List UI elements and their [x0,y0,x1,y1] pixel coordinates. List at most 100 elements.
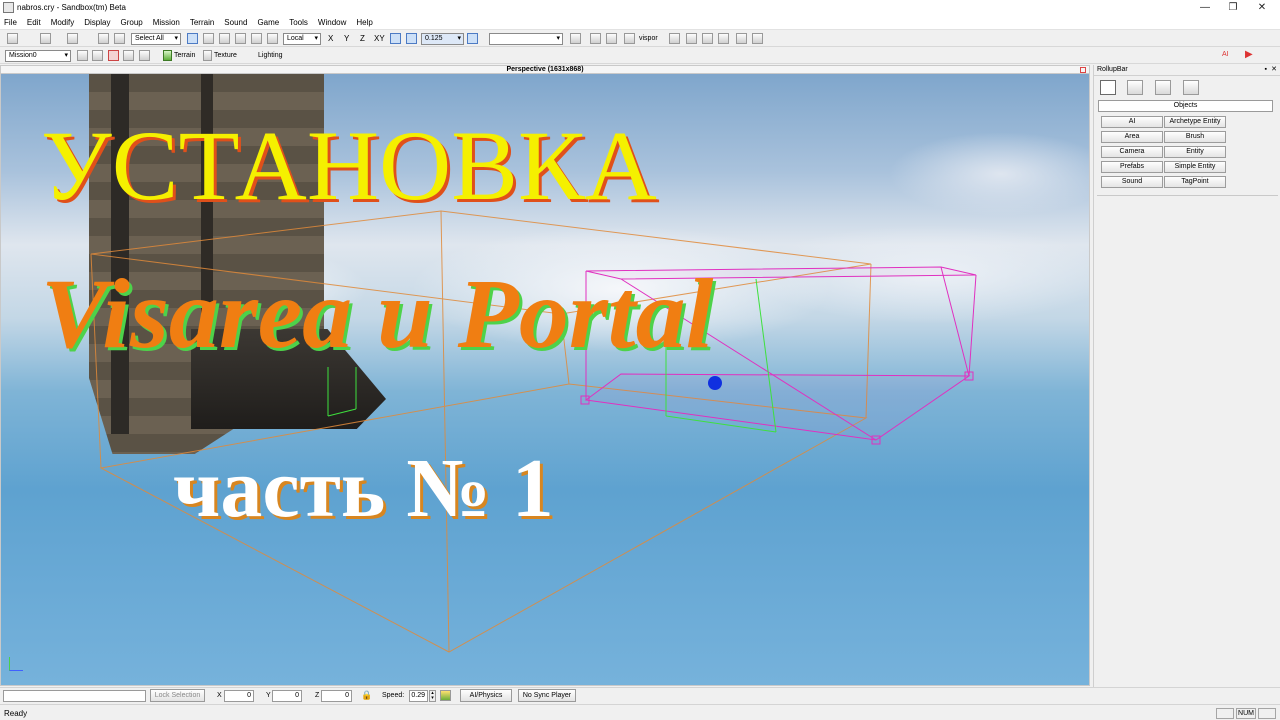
align-object-icon[interactable] [718,33,729,44]
rollup-button-prefabs[interactable]: Prefabs [1101,161,1163,173]
rollup-button-tagpoint[interactable]: TagPoint [1164,176,1226,188]
bottom-toolbar: Lock Selection X 0 Y 0 Z 0 🔒 Speed: 0.29… [0,687,1280,702]
speed-spinner[interactable]: ▴ ▾ [429,690,436,702]
menu-group[interactable]: Group [120,16,142,29]
lock-icon[interactable]: 🔒 [361,690,372,701]
axis-xy-button[interactable]: XY [374,33,385,45]
title-bar: nabros.cry - Sandbox(tm) Beta — ❐ ✕ [0,0,1280,16]
command-field[interactable] [3,690,146,702]
x-coordinate-field[interactable]: 0 [224,690,254,702]
reload-icon[interactable] [139,50,150,61]
objects-category-header[interactable]: Objects [1098,100,1273,112]
menu-file[interactable]: File [4,16,17,29]
select-icon[interactable] [187,33,198,44]
align-grid-icon[interactable] [702,33,713,44]
rollup-button-camera[interactable]: Camera [1101,146,1163,158]
bounding-box-icon[interactable] [267,33,278,44]
rollup-button-sound[interactable]: Sound [1101,176,1163,188]
menu-modify[interactable]: Modify [51,16,75,29]
close-button[interactable]: ✕ [1242,0,1280,16]
vispor-label[interactable]: vispor [639,34,658,44]
overlay-title-line2: Visarea и Portal [41,258,714,369]
app-icon [3,2,14,13]
rollup-button-brush[interactable]: Brush [1164,131,1226,143]
rollup-tab-display[interactable] [1155,80,1171,95]
vispor-icon[interactable] [624,33,635,44]
rollup-button-archetype-entity[interactable]: Archetype Entity [1164,116,1226,128]
perspective-viewport[interactable]: УСТАНОВКА Visarea и Portal часть № 1 [0,73,1090,686]
terrain-follow-icon[interactable] [390,33,401,44]
new-object-icon[interactable] [77,50,88,61]
copy-object-icon[interactable] [92,50,103,61]
save-object-icon[interactable] [123,50,134,61]
terrain-button[interactable]: Terrain [174,51,195,61]
speed-field[interactable]: 0.29 [409,690,428,702]
texture-icon[interactable] [203,50,212,61]
y-coordinate-field[interactable]: 0 [272,690,302,702]
rollup-tab-terrain[interactable] [1127,80,1143,95]
rollup-button-entity[interactable]: Entity [1164,146,1226,158]
undo-icon[interactable] [40,33,51,44]
ai-physics-button[interactable]: AI/Physics [460,689,512,702]
terrain-icon[interactable] [163,50,172,61]
mission-dropdown[interactable]: Mission0 [5,50,71,62]
lighting-button[interactable]: Lighting [258,51,283,61]
lock-selection-button[interactable]: Lock Selection [150,689,205,702]
rollup-close-icon[interactable]: ✕ [1271,65,1277,75]
redo-icon[interactable] [67,33,78,44]
rollup-tab-layers[interactable] [1183,80,1199,95]
menu-sound[interactable]: Sound [224,16,247,29]
open-icon[interactable] [7,33,18,44]
menu-edit[interactable]: Edit [27,16,41,29]
select-terrain-icon[interactable] [251,33,262,44]
menu-mission[interactable]: Mission [153,16,180,29]
z-label: Z [315,692,320,699]
align-center-icon[interactable] [686,33,697,44]
menu-window[interactable]: Window [318,16,346,29]
menu-game[interactable]: Game [257,16,279,29]
layer-icon[interactable] [736,33,747,44]
axis-z-button[interactable]: Z [360,33,365,45]
menu-terrain[interactable]: Terrain [190,16,214,29]
no-sync-player-button[interactable]: No Sync Player [518,689,576,702]
angle-snap-icon[interactable] [467,33,478,44]
z-coordinate-field[interactable]: 0 [321,690,352,702]
rollup-header: RollupBar ▪ ✕ [1094,65,1280,76]
play-icon[interactable]: ▶ [1245,49,1253,60]
axis-x-button[interactable]: X [328,33,333,45]
coord-system-dropdown[interactable]: Local [283,33,321,45]
snap-grid-icon[interactable] [406,33,417,44]
tool-icon[interactable] [606,33,617,44]
rollup-pin-icon[interactable]: ▪ [1265,65,1267,75]
menu-display[interactable]: Display [84,16,110,29]
window-title: nabros.cry - Sandbox(tm) Beta [17,3,126,12]
goto-selection-icon[interactable] [570,33,581,44]
link-icon[interactable] [98,33,109,44]
main-toolbar: Select All Local X Y Z XY 0.125 vispor [0,31,1280,47]
unlink-icon[interactable] [114,33,125,44]
delete-icon[interactable] [108,50,119,61]
layer-settings-icon[interactable] [752,33,763,44]
mission-icon[interactable] [590,33,601,44]
terrain-collision-icon[interactable] [440,690,451,701]
rollup-button-area[interactable]: Area [1101,131,1163,143]
menu-help[interactable]: Help [356,16,372,29]
select-filter-dropdown[interactable]: Select All [131,33,181,45]
ai-play-indicator[interactable]: AI [1222,51,1229,58]
move-icon[interactable] [203,33,214,44]
scale-icon[interactable] [235,33,246,44]
align-left-icon[interactable] [669,33,680,44]
texture-button[interactable]: Texture [214,51,237,61]
x-label: X [217,692,222,699]
axis-y-button[interactable]: Y [344,33,349,45]
rollup-button-ai[interactable]: AI [1101,116,1163,128]
selection-name-field[interactable] [489,33,563,45]
menu-tools[interactable]: Tools [289,16,308,29]
y-label: Y [266,692,271,699]
rollup-button-simple-entity[interactable]: Simple Entity [1164,161,1226,173]
rollup-tab-objects[interactable] [1100,80,1116,95]
snap-value-dropdown[interactable]: 0.125 [421,33,464,45]
menu-bar: File Edit Modify Display Group Mission T… [0,16,1280,30]
gizmo-blue-sphere[interactable] [708,376,722,390]
rotate-icon[interactable] [219,33,230,44]
